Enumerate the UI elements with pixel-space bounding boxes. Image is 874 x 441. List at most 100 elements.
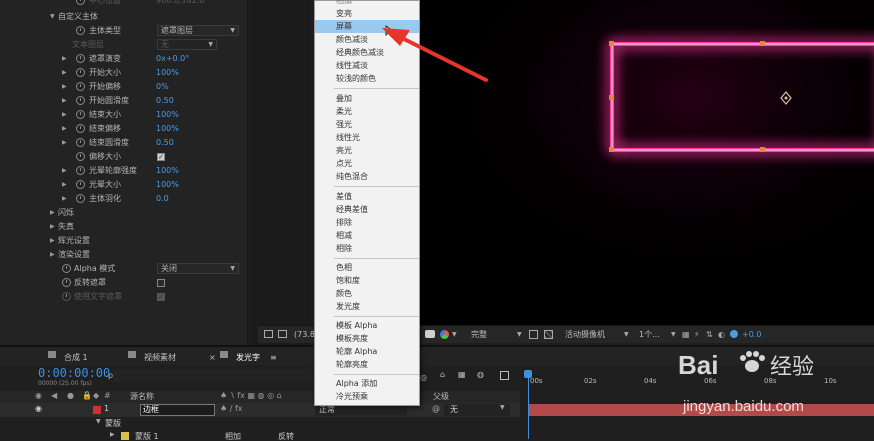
graph-editor-icon[interactable] — [500, 371, 509, 380]
menu-item[interactable]: 柔光 — [315, 105, 419, 118]
view-layout-dropdown[interactable]: 1个... — [639, 326, 660, 343]
section-distortion[interactable]: ▶ 失真 — [0, 220, 247, 234]
stopwatch-icon[interactable] — [76, 110, 85, 119]
menu-item[interactable]: 排除 — [315, 216, 419, 229]
stopwatch-icon[interactable] — [76, 54, 85, 63]
menu-item[interactable]: 亮光 — [315, 144, 419, 157]
param-value[interactable]: 0x+0.0° — [156, 52, 189, 66]
menu-item[interactable]: 轮廓 Alpha — [315, 345, 419, 358]
expand-right-icon[interactable]: ▶ — [62, 122, 67, 136]
layer-row[interactable]: ◉ 1 边框 ♠ ∕ fx 正常 @ 无 ▼ — [0, 403, 520, 417]
mask-1-row[interactable]: ▶ 蒙版 1 相加 反转 — [0, 431, 520, 441]
menu-item[interactable]: 强光 — [315, 118, 419, 131]
tab-glow-text[interactable]: 发光字 — [236, 351, 260, 365]
monitor-icon[interactable] — [278, 330, 287, 338]
menu-item[interactable]: 颜色 — [315, 287, 419, 300]
mask-name[interactable]: 蒙版 1 — [135, 431, 159, 441]
menu-item[interactable]: Alpha 添加 — [315, 377, 419, 390]
masks-group-row[interactable]: ▼ 蒙版 — [0, 418, 520, 430]
section-render-settings[interactable]: ▶ 渲染设置 — [0, 248, 247, 262]
menu-item[interactable]: 冷光预乘 — [315, 390, 419, 403]
stopwatch-icon[interactable] — [76, 180, 85, 189]
pickwhip-icon[interactable]: @ — [432, 404, 440, 413]
menu-item[interactable]: 线性光 — [315, 131, 419, 144]
menu-item[interactable]: 点光 — [315, 157, 419, 170]
mask-invert-label[interactable]: 反转 — [278, 431, 294, 441]
invert-mask-checkbox[interactable] — [157, 279, 165, 287]
expand-right-icon[interactable]: ▶ — [62, 192, 67, 206]
param-value[interactable]: 100% — [156, 164, 179, 178]
menu-item[interactable]: 模板 Alpha — [315, 319, 419, 332]
menu-item[interactable]: 叠加 — [315, 92, 419, 105]
menu-item[interactable]: 经典差值 — [315, 203, 419, 216]
menu-item[interactable]: 饱和度 — [315, 274, 419, 287]
stopwatch-icon[interactable] — [76, 68, 85, 77]
menu-item[interactable]: 相加 — [315, 0, 419, 7]
stopwatch-icon[interactable] — [76, 152, 85, 161]
draft-3d-icon[interactable]: ◎ — [420, 373, 427, 382]
snapshot-icon[interactable] — [264, 330, 273, 338]
stopwatch-icon[interactable] — [76, 0, 85, 5]
stopwatch-icon[interactable] — [76, 26, 85, 35]
camera-icon[interactable] — [425, 330, 435, 338]
stopwatch-icon[interactable] — [76, 96, 85, 105]
alpha-mode-dropdown[interactable]: 关闭 ▼ — [157, 263, 239, 274]
layer-switches[interactable]: ♠ ∕ fx — [220, 404, 243, 413]
section-glow-settings[interactable]: ▶ 辉光设置 — [0, 234, 247, 248]
shy-icon[interactable]: ⌂ — [440, 370, 445, 379]
menu-item[interactable]: 纯色混合 — [315, 170, 419, 183]
use-text-mask-checkbox[interactable]: ✓ — [157, 293, 165, 301]
stopwatch-icon[interactable] — [62, 292, 71, 301]
source-name-column[interactable]: 源名称 — [130, 391, 154, 402]
expand-right-icon[interactable]: ▶ — [62, 52, 67, 66]
menu-item[interactable]: 色相 — [315, 261, 419, 274]
zoom-level[interactable]: (73.8 — [294, 326, 315, 343]
param-value[interactable]: 100% — [156, 178, 179, 192]
mask-mode-dropdown[interactable]: 相加 — [225, 431, 241, 441]
expand-right-icon[interactable]: ▶ — [50, 248, 55, 262]
param-value[interactable]: 0.50 — [156, 94, 174, 108]
stopwatch-icon[interactable] — [76, 166, 85, 175]
expand-right-icon[interactable]: ▶ — [62, 108, 67, 122]
stopwatch-icon[interactable] — [76, 82, 85, 91]
menu-item[interactable]: 轮廓亮度 — [315, 358, 419, 371]
stopwatch-icon[interactable] — [76, 194, 85, 203]
param-value[interactable]: 960.0,182.0 — [156, 0, 204, 8]
close-icon[interactable]: × — [209, 351, 216, 365]
motion-blur-icon[interactable]: ◍ — [477, 370, 484, 379]
menu-item[interactable]: 发光度 — [315, 300, 419, 313]
camera-dropdown[interactable]: 活动摄像机 — [565, 326, 605, 343]
subject-type-dropdown[interactable]: 遮罩图层 ▼ — [157, 25, 239, 36]
expand-down-icon[interactable]: ▼ — [96, 418, 101, 425]
expand-right-icon[interactable]: ▶ — [50, 220, 55, 234]
current-timecode[interactable]: 0:00:00:00 — [38, 366, 110, 380]
eye-icon[interactable]: ◉ — [35, 404, 42, 413]
param-value[interactable]: 100% — [156, 122, 179, 136]
menu-item[interactable]: 模板亮度 — [315, 332, 419, 345]
frame-blending-icon[interactable]: ▦ — [458, 370, 466, 379]
parent-column[interactable]: 父级 — [433, 391, 449, 402]
tab-video-footage[interactable]: 视频素材 — [144, 351, 176, 365]
stopwatch-icon[interactable] — [62, 264, 71, 273]
menu-item[interactable]: 相减 — [315, 229, 419, 242]
param-value[interactable]: 100% — [156, 66, 179, 80]
expand-right-icon[interactable]: ▶ — [50, 234, 55, 248]
menu-item[interactable]: 相除 — [315, 242, 419, 255]
text-layer-dropdown[interactable]: 无 ▼ — [157, 39, 217, 50]
offset-size-checkbox[interactable]: ✓ — [157, 153, 165, 161]
layer-name-field[interactable]: 边框 — [140, 404, 215, 416]
section-flicker[interactable]: ▶ 闪烁 — [0, 206, 247, 220]
expand-right-icon[interactable]: ▶ — [62, 136, 67, 150]
region-of-interest-icon[interactable] — [529, 330, 538, 339]
expand-right-icon[interactable]: ▶ — [110, 431, 115, 438]
transparency-grid-icon[interactable] — [544, 330, 553, 339]
expand-right-icon[interactable]: ▶ — [62, 164, 67, 178]
stopwatch-icon[interactable] — [62, 278, 71, 287]
expand-right-icon[interactable]: ▶ — [62, 66, 67, 80]
expand-right-icon[interactable]: ▶ — [62, 94, 67, 108]
param-value[interactable]: 100% — [156, 108, 179, 122]
expand-down-icon[interactable]: ▼ — [50, 10, 55, 24]
menu-icon[interactable]: ≡ — [270, 351, 277, 365]
label-color-icon[interactable] — [93, 406, 101, 414]
expand-right-icon[interactable]: ▶ — [62, 80, 67, 94]
